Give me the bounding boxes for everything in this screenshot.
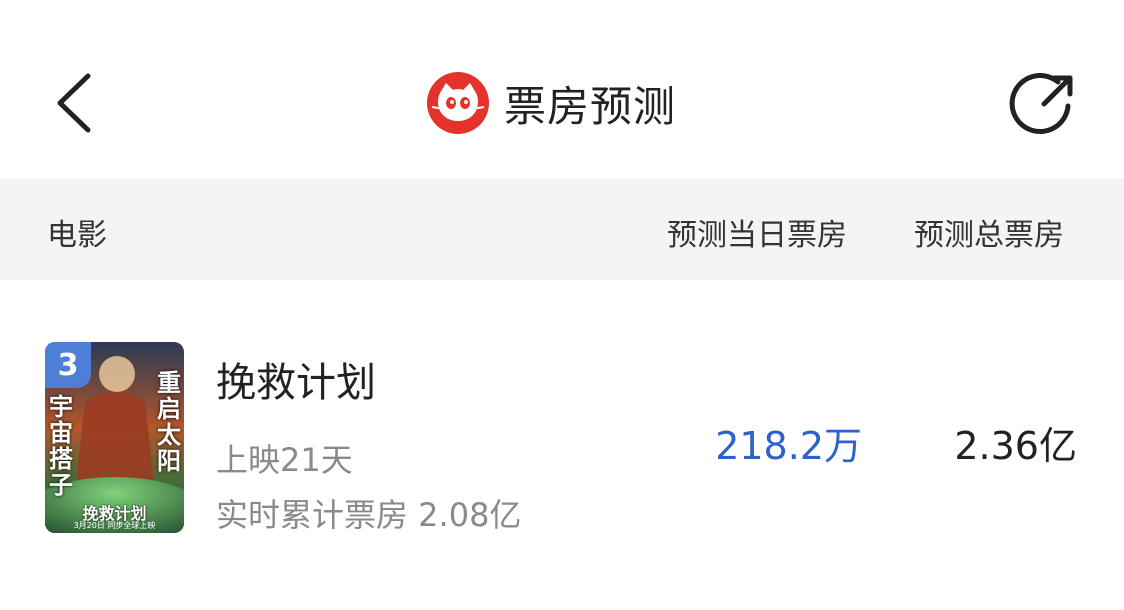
poster-right-text: 重启太阳 [157, 369, 181, 475]
poster-left-text: 宇宙搭子 [49, 393, 73, 499]
column-header-daily-forecast[interactable]: 预测当日票房 [667, 210, 847, 254]
top-bar: 票房预测 [0, 0, 1124, 178]
movie-poster[interactable]: 宇宙搭子 重启太阳 挽救计划 3月20日 同步全球上映 3 [45, 342, 184, 533]
column-header-total-forecast[interactable]: 预测总票房 [914, 210, 1064, 254]
table-header: 电影 预测当日票房 预测总票房 [0, 178, 1124, 280]
release-days: 上映21天 [216, 441, 353, 479]
page-title: 票房预测 [504, 81, 677, 131]
rank-badge: 3 [45, 342, 91, 388]
cumulative-box-office: 实时累计票房 2.08亿 [216, 496, 522, 534]
cat-logo-icon [427, 72, 489, 134]
total-forecast-value: 2.36亿 [954, 424, 1077, 468]
poster-date-text: 3月20日 同步全球上映 [73, 521, 156, 530]
chevron-left-icon[interactable] [52, 70, 102, 136]
share-icon[interactable] [1008, 70, 1078, 140]
title-group: 票房预测 [426, 70, 676, 136]
movie-name[interactable]: 挽救计划 [216, 350, 376, 408]
movie-row[interactable]: 宇宙搭子 重启太阳 挽救计划 3月20日 同步全球上映 3 挽救计划 上映21天… [0, 280, 1124, 610]
column-header-movie: 电影 [47, 218, 107, 253]
daily-forecast-value: 218.2万 [715, 424, 862, 468]
